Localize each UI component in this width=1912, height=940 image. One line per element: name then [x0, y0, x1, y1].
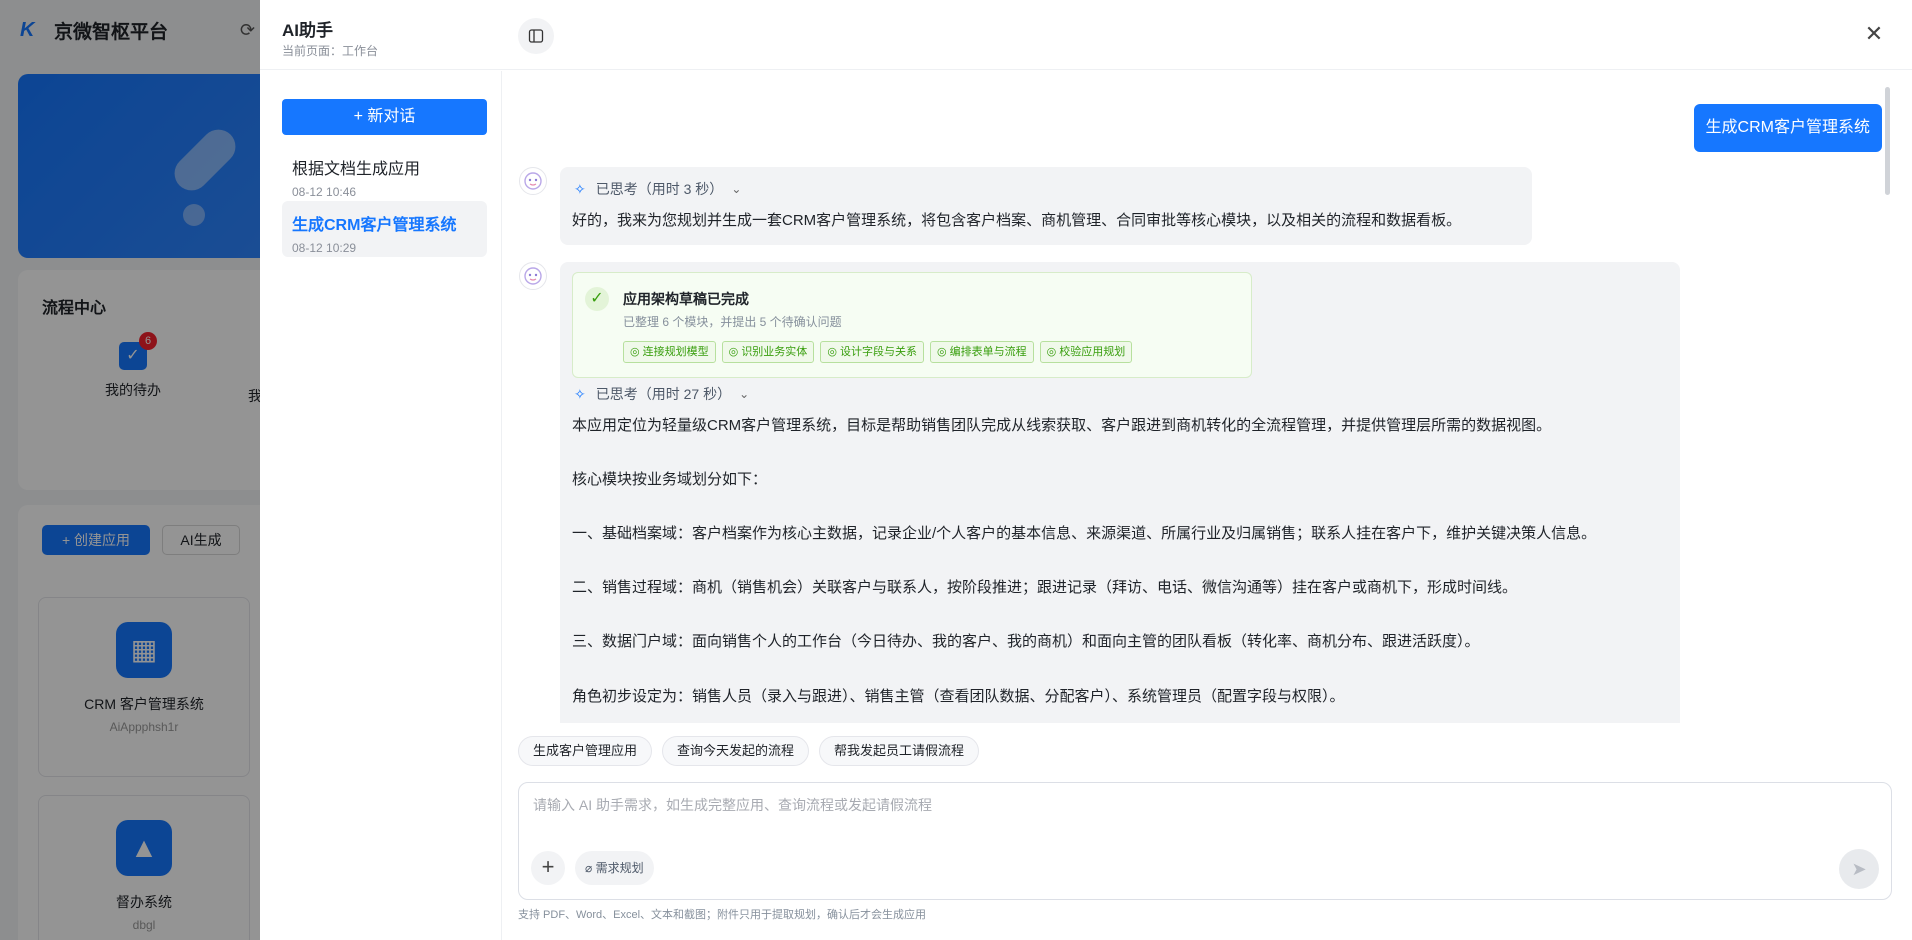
ai-assistant-drawer: AI助手 当前页面：工作台 ✕ + 新对话 根据文档生成应用 08-12 10:…: [260, 0, 1912, 940]
conversation-date: 08-12 10:29: [292, 241, 357, 255]
conversation-sidebar: + 新对话 根据文档生成应用 08-12 10:46 生成CRM客户管理系统 0…: [260, 71, 502, 940]
ai-avatar-icon: [519, 167, 547, 195]
drawer-header: AI助手 当前页面：工作台 ✕: [260, 0, 1912, 70]
step-chip: ◎ 编排表单与流程: [929, 341, 1034, 363]
overlay-mask[interactable]: [0, 0, 260, 940]
architecture-summary: 已整理 6 个模块，并提出 5 个待确认问题: [623, 315, 842, 329]
ai-reply-2: ✓ 应用架构草稿已完成 已整理 6 个模块，并提出 5 个待确认问题 ◎ 连接规…: [560, 262, 1680, 723]
thinking-label: 已思考（用时 3 秒）: [595, 181, 724, 197]
current-page-label: 当前页面：工作台: [282, 44, 379, 58]
chat-scrollbar[interactable]: [1885, 87, 1890, 195]
architecture-title: 应用架构草稿已完成: [623, 291, 749, 307]
sidebar-toggle-button[interactable]: [518, 18, 554, 54]
requirement-planning-button[interactable]: ⌀ 需求规划: [575, 851, 654, 885]
conversation-title: 生成CRM客户管理系统: [292, 217, 457, 234]
reply-paragraph: 角色初步设定为：销售人员（录入与跟进）、销售主管（查看团队数据、分配客户）、系统…: [572, 688, 1345, 705]
add-attachment-button[interactable]: +: [531, 851, 565, 885]
close-icon[interactable]: ✕: [1862, 22, 1886, 46]
send-icon[interactable]: ➤: [1839, 849, 1879, 889]
new-chat-button[interactable]: + 新对话: [282, 99, 487, 135]
user-message: 生成CRM客户管理系统: [1693, 104, 1882, 152]
ai-reply-1: ✧ 已思考（用时 3 秒） ⌄ 好的，我来为您规划并生成一套CRM客户管理系统，将包…: [560, 167, 1532, 245]
reply-paragraph: 核心模块按业务域划分如下：: [572, 471, 768, 488]
step-chips: ◎ 连接规划模型 ◎ 识别业务实体 ◎ 设计字段与关系 ◎ 编排表单与流程 ◎ …: [623, 341, 1133, 363]
sparkle-icon: ✧: [574, 180, 586, 197]
prompt-input-box: + ⌀ 需求规划 ➤: [518, 782, 1892, 900]
step-chip: ◎ 校验应用规划: [1039, 341, 1133, 363]
reply-text: 好的，我来为您规划并生成一套CRM客户管理系统，将包含客户档案、商机管理、合同审…: [572, 212, 1462, 229]
thinking-toggle[interactable]: ✧ 已思考（用时 3 秒） ⌄: [574, 179, 741, 199]
suggestion-chip[interactable]: 查询今天发起的流程: [662, 736, 810, 766]
conversation-item-active[interactable]: 生成CRM客户管理系统 08-12 10:29: [282, 201, 487, 257]
check-icon: ✓: [585, 287, 609, 311]
reply-paragraph: 三、数据门户域：面向销售个人的工作台（今日待办、我的客户、我的商机）和面向主管的…: [572, 633, 1480, 650]
sparkle-icon: ✧: [574, 385, 586, 402]
ai-avatar-icon: [519, 262, 547, 290]
suggestion-chip[interactable]: 生成客户管理应用: [518, 736, 653, 766]
chat-area[interactable]: 生成CRM客户管理系统 ✧ 已思考（用时 3 秒） ⌄ 好的，我来为您规划并生成一套…: [503, 71, 1912, 723]
link-icon: ⌀: [585, 861, 593, 875]
suggestion-chip[interactable]: 帮我发起员工请假流程: [819, 736, 980, 766]
reply-paragraph: 二、销售过程域：商机（销售机会）关联客户与联系人，按阶段推进；跟进记录（拜访、电…: [572, 579, 1518, 596]
conversation-title: 根据文档生成应用: [292, 161, 421, 178]
thinking-toggle[interactable]: ✧ 已思考（用时 27 秒） ⌄: [574, 384, 749, 404]
thinking-label: 已思考（用时 27 秒）: [595, 386, 732, 402]
step-chip: ◎ 连接规划模型: [623, 341, 716, 363]
conversation-date: 08-12 10:46: [292, 185, 357, 199]
reply-paragraph: 一、基础档案域：客户档案作为核心主数据，记录企业/个人客户的基本信息、来源渠道、…: [572, 525, 1597, 542]
step-chip: ◎ 设计字段与关系: [820, 341, 924, 363]
chevron-down-icon: ⌄: [739, 387, 750, 401]
chevron-down-icon: ⌄: [731, 182, 742, 196]
assistant-title: AI助手: [282, 21, 333, 40]
architecture-card: ✓ 应用架构草稿已完成 已整理 6 个模块，并提出 5 个待确认问题 ◎ 连接规…: [572, 272, 1252, 378]
requirement-planning-label: 需求规划: [595, 861, 644, 875]
sidebar-toggle-icon: [528, 29, 544, 43]
prompt-input[interactable]: [533, 795, 1833, 835]
suggestion-list: 生成客户管理应用 查询今天发起的流程 帮我发起员工请假流程: [518, 736, 980, 766]
step-chip: ◎ 识别业务实体: [721, 341, 815, 363]
conversation-item[interactable]: 根据文档生成应用 08-12 10:46: [282, 145, 487, 201]
reply-paragraph: 本应用定位为轻量级CRM客户管理系统，目标是帮助销售团队完成从线索获取、客户跟进…: [572, 417, 1552, 434]
attachment-note: 支持 PDF、Word、Excel、文本和截图；附件只用于提取规划，确认后才会生…: [518, 909, 927, 921]
